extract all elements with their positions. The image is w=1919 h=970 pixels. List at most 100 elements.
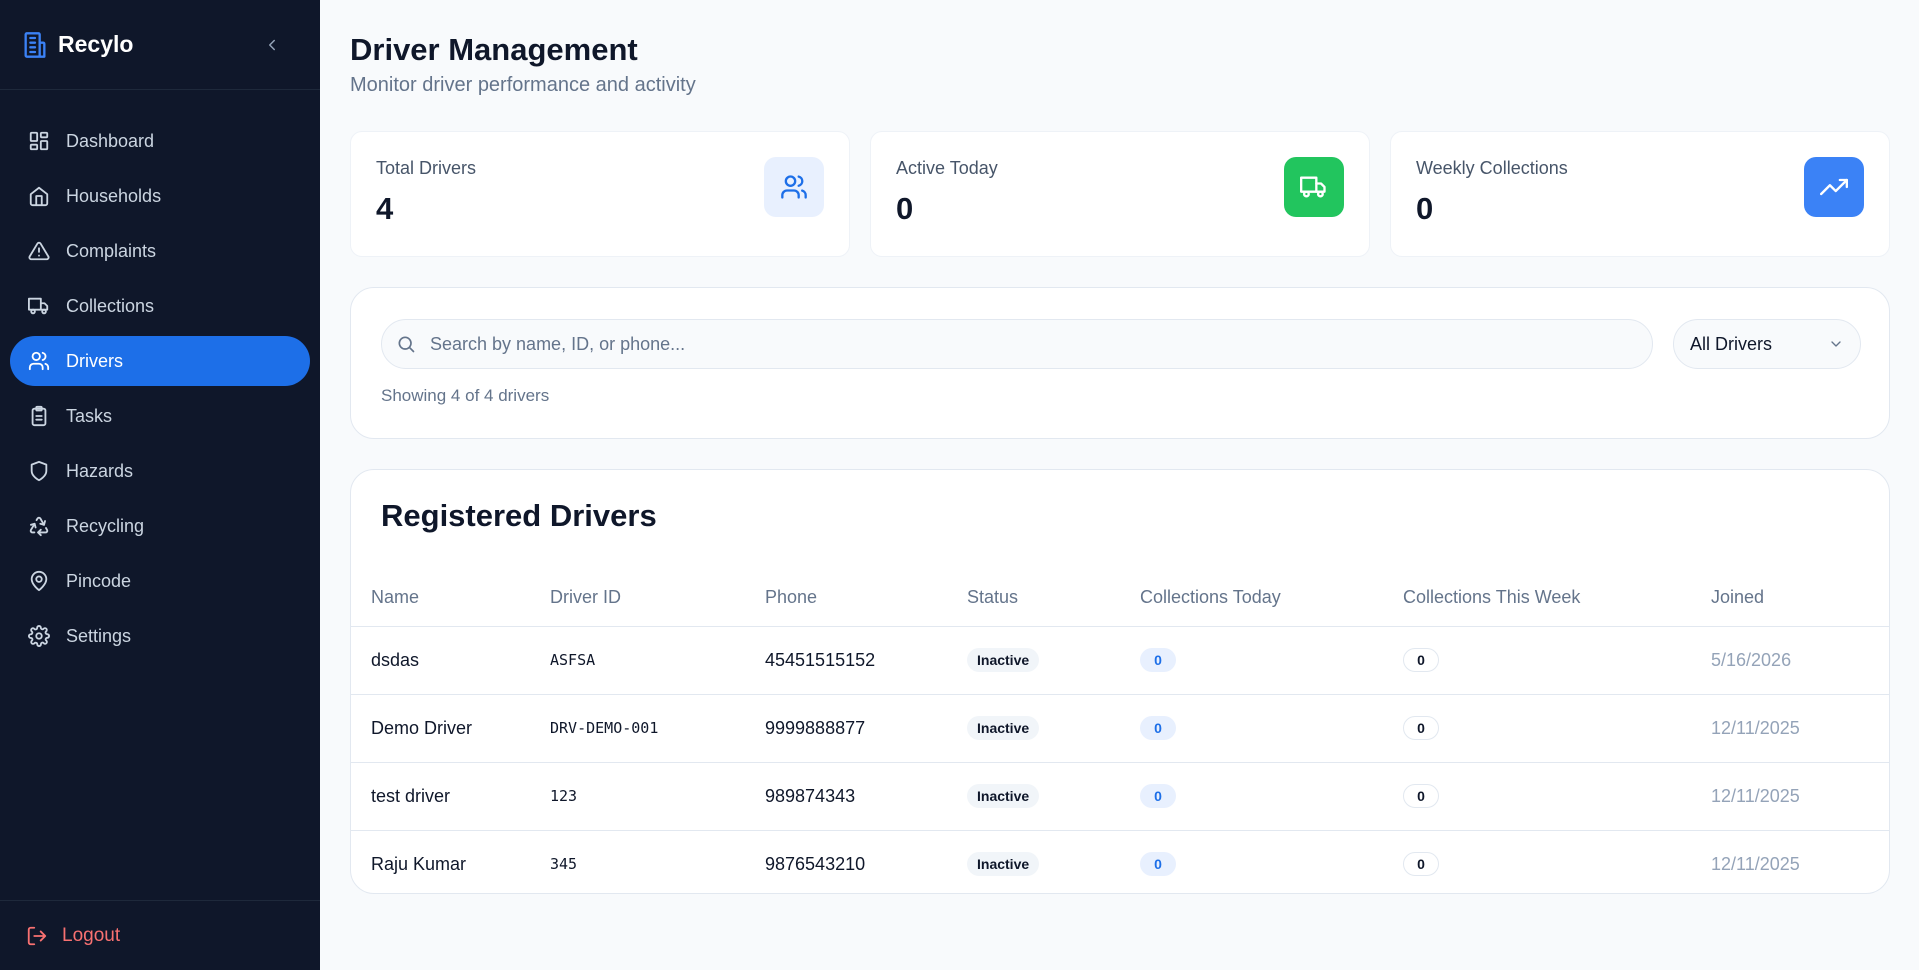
recycle-icon: [26, 513, 52, 539]
column-header: Status: [967, 570, 1140, 627]
driver-id: ASFSA: [550, 626, 765, 695]
stat-value: 0: [1416, 191, 1434, 226]
column-header: Collections This Week: [1403, 570, 1711, 627]
logout-icon: [26, 925, 48, 947]
collections-week-badge: 0: [1403, 784, 1439, 808]
table-row[interactable]: Demo Driver DRV-DEMO-001 9999888877 Inac…: [351, 694, 1889, 763]
main-content: Driver Management Monitor driver perform…: [320, 0, 1919, 970]
table-row[interactable]: dsdas ASFSA 45451515152 Inactive 0 0 5/1…: [351, 626, 1889, 695]
collections-today-badge: 0: [1140, 716, 1176, 740]
chevron-left-icon: [269, 39, 275, 51]
sidebar-item-label: Dashboard: [66, 130, 155, 151]
dashboard-icon: [26, 128, 52, 154]
sidebar-item-tasks[interactable]: Tasks: [10, 391, 310, 441]
driver-name: test driver: [351, 762, 550, 831]
stat-label: Weekly Collections: [1416, 158, 1568, 178]
page-subtitle: Monitor driver performance and activity: [350, 74, 696, 96]
clipboard-icon: [26, 403, 52, 429]
shield-icon: [26, 458, 52, 484]
sidebar-item-recycling[interactable]: Recycling: [10, 501, 310, 551]
brand: Recylo: [0, 0, 320, 90]
sidebar-item-households[interactable]: Households: [10, 171, 310, 221]
table-title: Registered Drivers: [381, 498, 657, 533]
sidebar-item-collections[interactable]: Collections: [10, 281, 310, 331]
collections-today-badge: 0: [1140, 852, 1176, 877]
driver-phone: 9999888877: [765, 694, 967, 763]
home-icon: [26, 183, 52, 209]
logout-button[interactable]: Logout: [26, 925, 120, 947]
column-header: Name: [351, 570, 550, 627]
drivers-table: Name Driver ID Phone Status Collections …: [351, 570, 1889, 893]
stat-label: Active Today: [896, 158, 998, 178]
sidebar-item-label: Complaints: [66, 240, 157, 261]
sidebar-item-label: Settings: [66, 625, 132, 646]
sidebar-item-pincode[interactable]: Pincode: [10, 556, 310, 606]
sidebar-item-label: Hazards: [66, 460, 134, 481]
sidebar-item-label: Pincode: [66, 570, 132, 591]
filter-card: All Drivers Showing 4 of 4 drivers: [350, 287, 1890, 439]
collections-today-badge: 0: [1140, 784, 1176, 808]
search-box: [381, 319, 1653, 369]
driver-name: dsdas: [351, 626, 550, 695]
table-row[interactable]: Raju Kumar 345 9876543210 Inactive 0 0 1…: [351, 830, 1889, 893]
table-header-row: Name Driver ID Phone Status Collections …: [351, 570, 1889, 627]
stat-card-active-today: Active Today 0: [870, 131, 1370, 257]
sidebar-item-label: Households: [66, 185, 162, 206]
stats-row: Total Drivers 4 Active Today 0 Weekly Co…: [350, 131, 1890, 257]
search-icon: [398, 336, 415, 353]
collapse-sidebar-button[interactable]: [260, 33, 284, 57]
joined-date: 12/11/2025: [1711, 762, 1889, 831]
building-icon: [20, 30, 50, 60]
users-icon: [764, 157, 824, 217]
column-header: Collections Today: [1140, 570, 1403, 627]
sidebar-item-settings[interactable]: Settings: [10, 611, 310, 661]
alert-triangle-icon: [26, 238, 52, 264]
driver-id: 345: [550, 855, 578, 874]
sidebar-item-hazards[interactable]: Hazards: [10, 446, 310, 496]
driver-phone: 9876543210: [765, 853, 866, 874]
driver-filter-select[interactable]: All Drivers: [1673, 319, 1861, 369]
stat-card-total-drivers: Total Drivers 4: [350, 131, 850, 257]
sidebar-item-complaints[interactable]: Complaints: [10, 226, 310, 276]
stat-value: 0: [896, 191, 914, 226]
results-count: Showing 4 of 4 drivers: [381, 386, 550, 405]
drivers-table-card: Registered Drivers Name Driver ID Phone …: [350, 469, 1890, 894]
table-row[interactable]: test driver 123 989874343 Inactive 0 0 1…: [351, 762, 1889, 831]
driver-phone: 989874343: [765, 762, 967, 831]
page-title: Driver Management: [350, 32, 638, 67]
map-pin-icon: [26, 568, 52, 594]
sidebar-item-dashboard[interactable]: Dashboard: [10, 116, 310, 166]
status-badge: Inactive: [967, 716, 1040, 740]
column-header: Driver ID: [550, 570, 765, 627]
column-header: Joined: [1711, 570, 1889, 627]
joined-date: 12/11/2025: [1711, 694, 1889, 763]
gear-icon: [26, 623, 52, 649]
collections-today-badge: 0: [1140, 648, 1176, 672]
driver-name: Demo Driver: [351, 694, 550, 763]
trending-up-icon: [1804, 157, 1864, 217]
sidebar-nav: Dashboard Households Complaints Collecti…: [0, 90, 320, 661]
collections-week-badge: 0: [1403, 852, 1439, 877]
sidebar-footer: Logout: [0, 900, 320, 970]
search-input[interactable]: [430, 333, 1610, 355]
users-icon: [26, 348, 52, 374]
logout-label: Logout: [62, 924, 121, 946]
joined-date: 5/16/2026: [1711, 626, 1889, 695]
collections-week-badge: 0: [1403, 648, 1439, 672]
sidebar: Recylo Dashboard Households Complaints C…: [0, 0, 320, 970]
driver-id: 123: [550, 762, 765, 831]
driver-id: DRV-DEMO-001: [550, 694, 765, 763]
joined-date: 12/11/2025: [1711, 853, 1800, 874]
chevron-down-icon: [1831, 341, 1841, 347]
sidebar-item-drivers[interactable]: Drivers: [10, 336, 310, 386]
sidebar-item-label: Collections: [66, 295, 155, 316]
collections-week-badge: 0: [1403, 716, 1439, 740]
stat-card-weekly-collections: Weekly Collections 0: [1390, 131, 1890, 257]
column-header: Phone: [765, 570, 967, 627]
app-name: Recylo: [58, 31, 134, 57]
truck-icon: [1284, 157, 1344, 217]
driver-phone: 45451515152: [765, 626, 967, 695]
sidebar-item-label: Drivers: [66, 350, 123, 371]
truck-icon: [26, 293, 52, 319]
status-badge: Inactive: [967, 648, 1040, 672]
